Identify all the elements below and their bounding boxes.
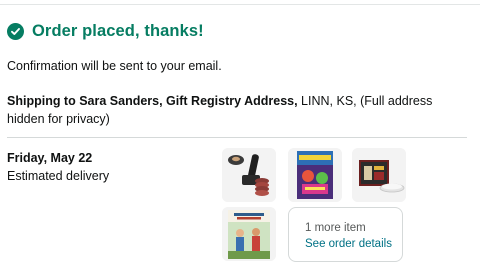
board-game-box-icon <box>352 148 406 202</box>
check-circle-icon <box>7 23 24 40</box>
section-divider <box>7 137 467 138</box>
childrens-book-cover-icon <box>222 207 276 261</box>
colorful-book-cover-icon <box>288 148 342 202</box>
confirmation-header: Order placed, thanks! <box>7 22 204 41</box>
page-title: Order placed, thanks! <box>32 22 204 40</box>
order-confirmation-page: Order placed, thanks! Confirmation will … <box>0 0 480 268</box>
shipping-label: Shipping to Sara Sanders, Gift Registry … <box>7 94 298 108</box>
more-items-count: 1 more item <box>305 222 366 234</box>
delivery-date: Friday, May 22 <box>7 151 93 165</box>
top-divider <box>0 4 480 5</box>
see-order-details-link[interactable]: See order details <box>305 236 402 252</box>
more-items-card[interactable]: 1 more item See order details <box>288 207 403 262</box>
product-thumbnail[interactable] <box>288 148 342 202</box>
delivery-info: Friday, May 22 Estimated delivery <box>7 149 109 185</box>
product-thumbnail[interactable] <box>222 148 276 202</box>
product-thumbnail[interactable] <box>352 148 406 202</box>
delivery-label: Estimated delivery <box>7 169 110 183</box>
confirmation-message: Confirmation will be sent to your email. <box>7 59 222 73</box>
burger-press-tool-icon <box>222 148 276 202</box>
product-thumbnail[interactable] <box>222 207 276 261</box>
shipping-address: Shipping to Sara Sanders, Gift Registry … <box>7 92 472 128</box>
